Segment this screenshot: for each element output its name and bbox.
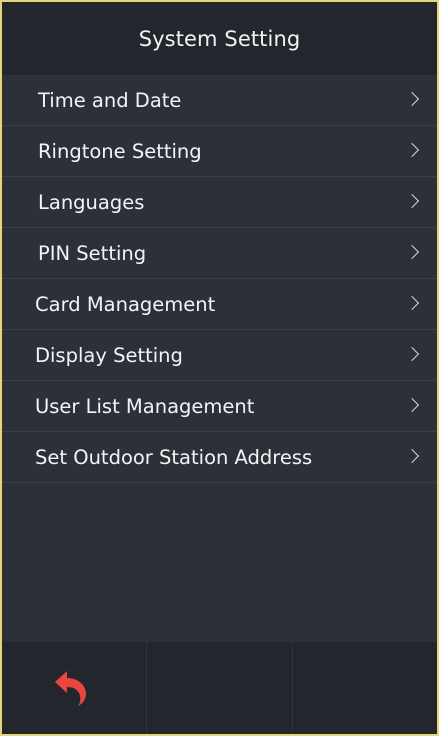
- menu-item-label: Display Setting: [35, 343, 183, 367]
- back-arrow-icon: [55, 671, 87, 706]
- chevron-right-icon: [404, 448, 420, 464]
- chevron-right-icon: [404, 91, 420, 107]
- menu-item-pin-setting[interactable]: PIN Setting: [2, 228, 437, 279]
- menu-item-label: Card Management: [35, 292, 216, 316]
- menu-item-label: Ringtone Setting: [38, 139, 202, 163]
- chevron-right-icon: [404, 193, 420, 209]
- menu-item-user-list-management[interactable]: User List Management: [2, 381, 437, 432]
- chevron-right-icon: [404, 295, 420, 311]
- menu-item-label: User List Management: [35, 394, 255, 418]
- chevron-right-icon: [404, 244, 420, 260]
- menu-item-languages[interactable]: Languages: [2, 177, 437, 228]
- menu-item-set-outdoor-station-address[interactable]: Set Outdoor Station Address: [2, 432, 437, 483]
- footer-cell-empty-1: [147, 642, 293, 734]
- menu-item-display-setting[interactable]: Display Setting: [2, 330, 437, 381]
- chevron-right-icon: [404, 346, 420, 362]
- menu-item-ringtone-setting[interactable]: Ringtone Setting: [2, 126, 437, 177]
- device-screen: System Setting Time and Date Ringtone Se…: [0, 0, 439, 736]
- bottom-bar: [2, 642, 437, 734]
- menu-item-label: Languages: [38, 190, 145, 214]
- chevron-right-icon: [404, 397, 420, 413]
- menu-item-time-and-date[interactable]: Time and Date: [2, 75, 437, 126]
- menu-item-label: PIN Setting: [38, 241, 147, 265]
- back-button[interactable]: [48, 666, 92, 710]
- title-bar: System Setting: [2, 2, 437, 75]
- settings-menu: Time and Date Ringtone Setting Languages…: [2, 75, 437, 483]
- footer-cell-back: [2, 642, 148, 734]
- menu-item-card-management[interactable]: Card Management: [2, 279, 437, 330]
- page-title: System Setting: [138, 26, 301, 51]
- menu-item-label: Set Outdoor Station Address: [35, 445, 313, 469]
- footer-cell-empty-2: [293, 642, 437, 734]
- chevron-right-icon: [404, 142, 420, 158]
- menu-item-label: Time and Date: [38, 88, 182, 112]
